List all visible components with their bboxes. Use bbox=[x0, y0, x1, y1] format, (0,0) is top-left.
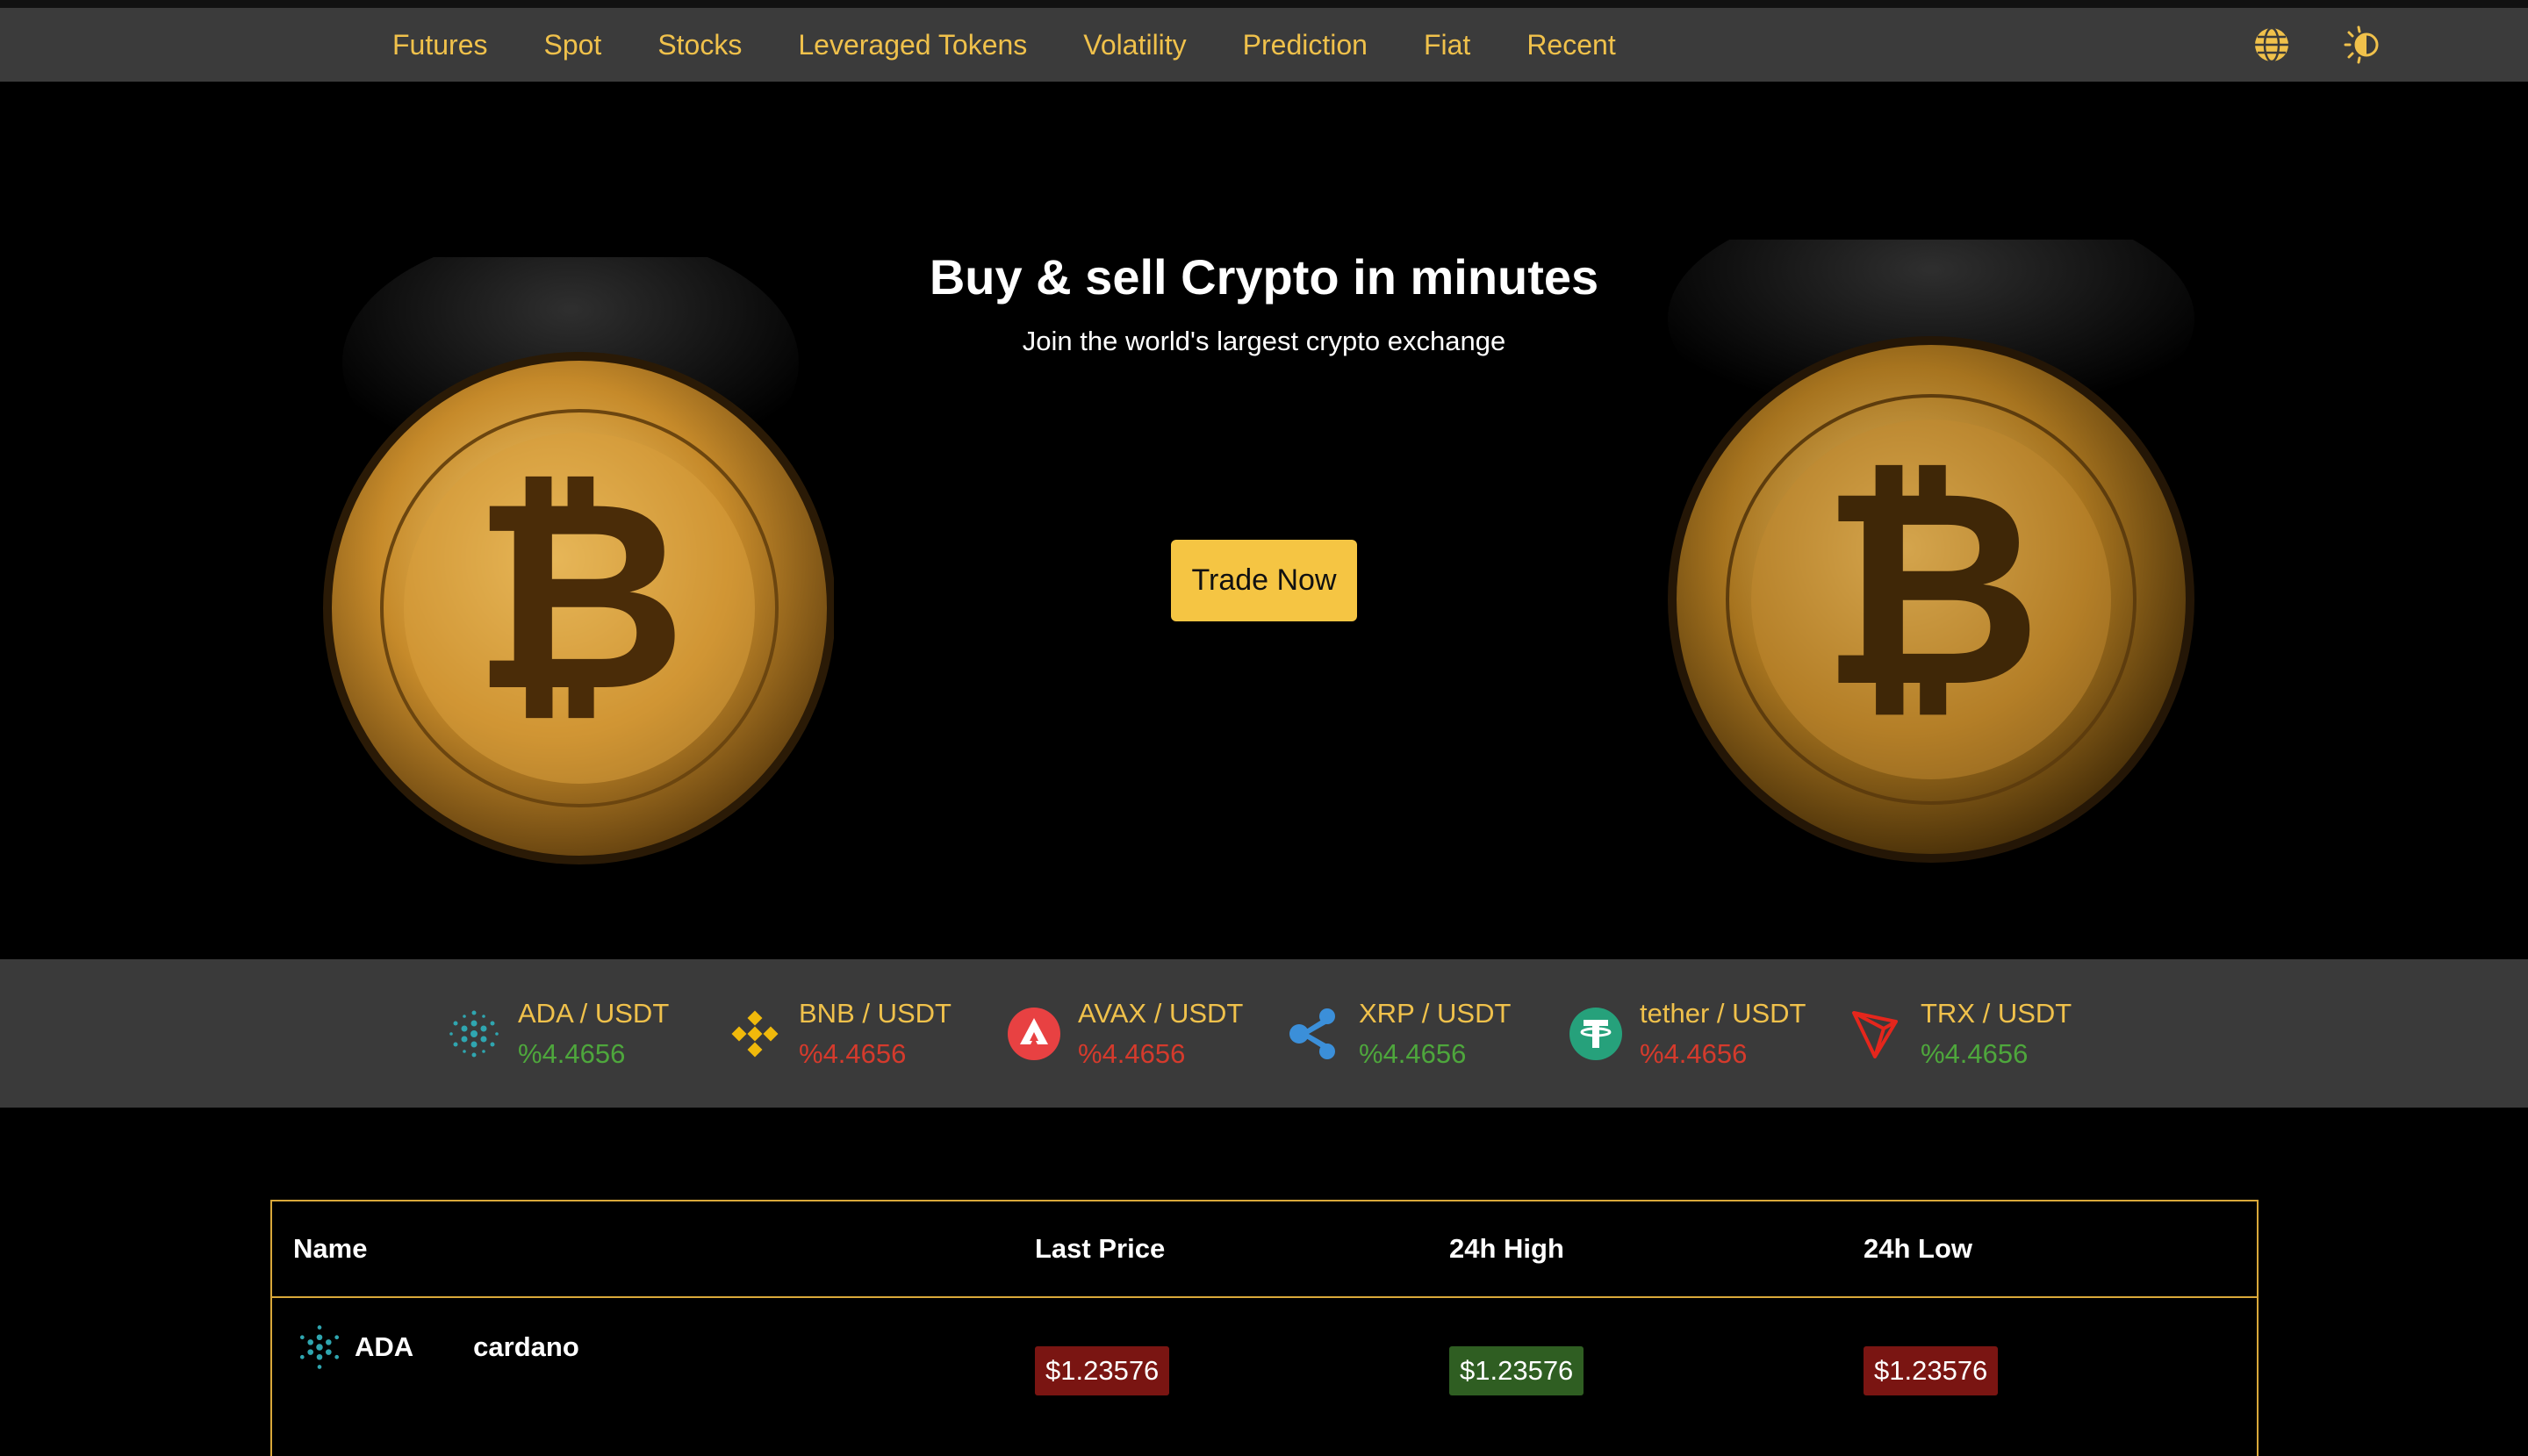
bitcoin-coin-image-left: ₿ bbox=[323, 257, 834, 864]
ticker-item-tether[interactable]: tether / USDT %4.4656 bbox=[1568, 959, 1806, 1108]
nav-item-leveraged-tokens[interactable]: Leveraged Tokens bbox=[798, 29, 1027, 61]
svg-text:₿: ₿ bbox=[472, 443, 686, 750]
nav-item-volatility[interactable]: Volatility bbox=[1083, 29, 1186, 61]
nav-menu: Futures Spot Stocks Leveraged Tokens Vol… bbox=[392, 8, 1616, 82]
24h-low-badge: $1.23576 bbox=[1864, 1346, 1999, 1395]
ticker-pair: tether / USDT bbox=[1640, 997, 1806, 1029]
ticker-pair: BNB / USDT bbox=[799, 997, 952, 1029]
ticker-change: %4.4656 bbox=[518, 1037, 626, 1069]
cardano-icon bbox=[299, 1325, 340, 1369]
price-ticker: ADA / USDT %4.4656 BNB / USDT %4.4656 AV… bbox=[0, 959, 2528, 1108]
column-header-last-price[interactable]: Last Price bbox=[1035, 1201, 1165, 1296]
coin-symbol: ADA bbox=[355, 1331, 414, 1362]
column-header-name[interactable]: Name bbox=[293, 1201, 367, 1296]
theme-toggle-icon[interactable] bbox=[2343, 25, 2383, 65]
ripple-icon bbox=[1289, 1008, 1335, 1059]
hero-banner: ₿ ₿ Buy & sell Crypto in minutes Join th… bbox=[0, 82, 2528, 958]
24h-high-badge: $1.23576 bbox=[1449, 1346, 1584, 1395]
nav-item-futures[interactable]: Futures bbox=[392, 29, 487, 61]
binance-icon bbox=[731, 1010, 779, 1057]
coin-full-name: cardano bbox=[473, 1331, 579, 1362]
window-top-edge bbox=[0, 0, 2528, 8]
tron-icon bbox=[1852, 1010, 1898, 1058]
ticker-change: %4.4656 bbox=[1921, 1037, 2029, 1069]
ticker-pair: AVAX / USDT bbox=[1078, 997, 1244, 1029]
globe-icon[interactable] bbox=[2252, 25, 2292, 65]
ticker-pair: ADA / USDT bbox=[518, 997, 670, 1029]
column-header-24h-low[interactable]: 24h Low bbox=[1864, 1201, 1972, 1296]
top-navbar: Futures Spot Stocks Leveraged Tokens Vol… bbox=[0, 8, 2528, 82]
coin-name-cell: ADA cardano bbox=[293, 1321, 579, 1374]
cardano-icon bbox=[449, 1010, 499, 1057]
table-row[interactable]: ADA cardano $1.23576 $1.23576 $1.23576 bbox=[272, 1298, 2257, 1456]
ticker-item-xrp[interactable]: XRP / USDT %4.4656 bbox=[1287, 959, 1511, 1108]
last-price-badge: $1.23576 bbox=[1035, 1346, 1170, 1395]
table-header: Name Last Price 24h High 24h Low bbox=[272, 1201, 2257, 1298]
ticker-change: %4.4656 bbox=[1359, 1037, 1467, 1069]
ticker-item-ada[interactable]: ADA / USDT %4.4656 bbox=[446, 959, 669, 1108]
ticker-item-trx[interactable]: TRX / USDT %4.4656 bbox=[1849, 959, 2072, 1108]
nav-item-spot[interactable]: Spot bbox=[543, 29, 601, 61]
column-header-24h-high[interactable]: 24h High bbox=[1449, 1201, 1564, 1296]
trade-now-button[interactable]: Trade Now bbox=[1171, 540, 1357, 621]
hero-subtitle: Join the world's largest crypto exchange bbox=[1022, 326, 1506, 356]
ticker-pair: TRX / USDT bbox=[1921, 997, 2072, 1029]
ticker-change: %4.4656 bbox=[799, 1037, 907, 1069]
nav-item-stocks[interactable]: Stocks bbox=[657, 29, 742, 61]
ticker-item-avax[interactable]: AVAX / USDT %4.4656 bbox=[1006, 959, 1243, 1108]
ticker-item-bnb[interactable]: BNB / USDT %4.4656 bbox=[727, 959, 952, 1108]
market-table: Name Last Price 24h High 24h Low ADA car… bbox=[270, 1200, 2259, 1456]
ticker-change: %4.4656 bbox=[1078, 1037, 1186, 1069]
nav-item-fiat[interactable]: Fiat bbox=[1424, 29, 1470, 61]
ticker-pair: XRP / USDT bbox=[1359, 997, 1512, 1029]
tether-icon bbox=[1569, 1007, 1622, 1060]
nav-icons bbox=[2252, 8, 2383, 82]
nav-item-prediction[interactable]: Prediction bbox=[1243, 29, 1368, 61]
svg-text:₿: ₿ bbox=[1821, 431, 2043, 748]
ticker-change: %4.4656 bbox=[1640, 1037, 1748, 1069]
nav-item-recent[interactable]: Recent bbox=[1526, 29, 1615, 61]
avalanche-icon bbox=[1008, 1007, 1060, 1060]
hero-title: Buy & sell Crypto in minutes bbox=[929, 249, 1599, 305]
